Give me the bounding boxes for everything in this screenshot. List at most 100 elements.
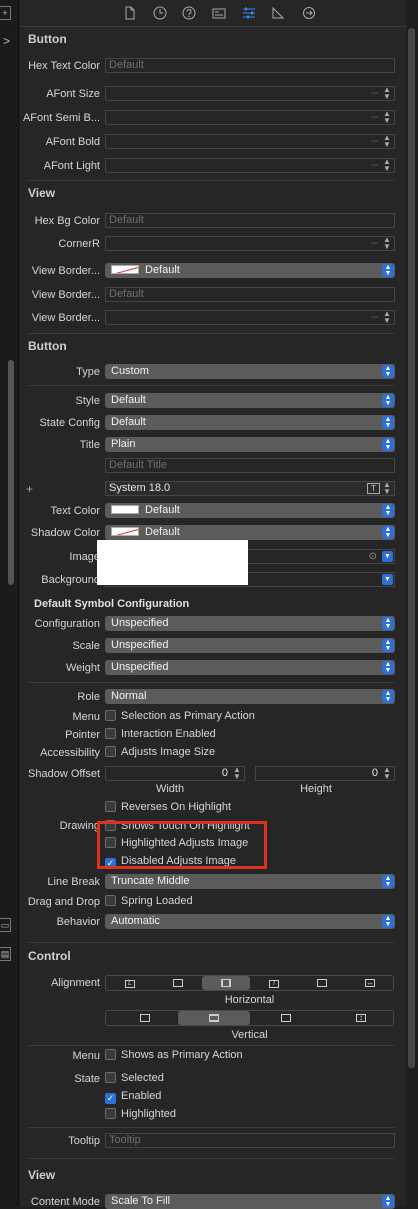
highlighted-checkbox[interactable]: Highlighted <box>105 1108 176 1122</box>
type-popup[interactable]: Custom ▲ ▼ <box>105 364 395 379</box>
shadow-offset-height-field[interactable]: 0 ▲ ▼ <box>255 766 395 781</box>
spring-loaded-checkbox[interactable]: Spring Loaded <box>105 895 193 909</box>
align-center-icon[interactable] <box>154 976 202 990</box>
identity-icon[interactable] <box>211 5 227 21</box>
filter-icon[interactable]: ▭ <box>0 918 11 932</box>
behavior-popup[interactable]: Automatic ▲ ▼ <box>105 914 395 929</box>
style-popup[interactable]: Default ▲ ▼ <box>105 393 395 408</box>
dropdown-icon[interactable]: ▼ <box>382 574 393 585</box>
view-border-color-popup[interactable]: Default ▲ ▼ <box>105 263 395 278</box>
afont-size-label: AFont Size <box>46 88 100 100</box>
align-vcenter-icon[interactable] <box>178 1011 250 1025</box>
view-border-color-label: View Border... <box>31 265 100 277</box>
checkbox-label: Adjusts Image Size <box>121 746 216 758</box>
shadow-color-value: Default <box>145 526 180 538</box>
align-leading-icon[interactable]: T <box>250 976 298 990</box>
library-icon[interactable]: ▤ <box>0 947 11 961</box>
align-vfill-icon[interactable]: ↕ <box>331 1011 391 1025</box>
redaction-overlay <box>97 540 248 585</box>
font-picker-icon[interactable]: T <box>367 483 380 494</box>
shows-primary-action-checkbox[interactable]: Shows as Primary Action <box>105 1049 243 1063</box>
stepper-icon[interactable]: ▲ ▼ <box>382 111 392 124</box>
weight-value: Unspecified <box>111 661 169 673</box>
font-field[interactable]: System 18.0 T ▲ ▼ <box>105 481 395 496</box>
align-bottom-icon[interactable] <box>256 1011 316 1025</box>
state-config-popup[interactable]: Default ▲ ▼ <box>105 415 395 430</box>
afont-bold-field[interactable]: -- ▲ ▼ <box>105 134 395 149</box>
stepper-icon[interactable]: ▲ ▼ <box>382 87 392 100</box>
view-border-hex-field[interactable]: Default <box>105 287 395 302</box>
type-value: Custom <box>111 365 149 377</box>
behavior-value: Automatic <box>111 915 160 927</box>
text-color-value: Default <box>145 504 180 516</box>
help-icon[interactable] <box>181 5 197 21</box>
width-value: 0 <box>221 767 228 779</box>
align-fill-icon[interactable] <box>202 976 250 990</box>
role-popup[interactable]: Normal ▲ ▼ <box>105 689 395 704</box>
attributes-icon[interactable] <box>241 5 257 21</box>
stepper-icon[interactable]: ▲ ▼ <box>382 482 392 495</box>
selected-checkbox[interactable]: Selected <box>105 1072 164 1086</box>
history-icon[interactable] <box>152 5 168 21</box>
size-icon[interactable] <box>270 5 286 21</box>
configuration-popup[interactable]: Unspecified ▲ ▼ <box>105 616 395 631</box>
font-add-icon[interactable]: + <box>26 482 33 496</box>
chevron-right-icon[interactable]: > <box>3 34 10 48</box>
inspector-scrollbar[interactable] <box>408 28 415 1068</box>
align-right-icon[interactable] <box>298 976 346 990</box>
horizontal-caption: Horizontal <box>224 994 275 1006</box>
reverses-on-highlight-checkbox[interactable]: Reverses On Highlight <box>105 801 231 815</box>
add-icon[interactable]: + <box>0 6 11 20</box>
popup-arrows-icon: ▲ ▼ <box>382 365 394 378</box>
afont-size-value: -- <box>371 88 378 99</box>
afont-semi-value: -- <box>371 112 378 123</box>
afont-size-field[interactable]: -- ▲ ▼ <box>105 86 395 101</box>
stepper-icon[interactable]: ▲ ▼ <box>232 767 242 780</box>
height-value: 0 <box>371 767 378 779</box>
checkbox-icon <box>105 710 116 721</box>
horizontal-alignment-control[interactable]: L T ↔ <box>105 975 394 991</box>
afont-light-field[interactable]: -- ▲ ▼ <box>105 158 395 173</box>
connections-icon[interactable] <box>301 5 317 21</box>
afont-light-label: AFont Light <box>43 160 100 172</box>
enabled-checkbox[interactable]: ✓ Enabled <box>105 1090 161 1104</box>
vertical-alignment-control[interactable]: ↕ <box>105 1010 394 1026</box>
tooltip-field[interactable]: Tooltip <box>105 1133 395 1148</box>
symbol-config-header: Default Symbol Configuration <box>34 598 190 610</box>
dropdown-icon[interactable]: ▼ <box>382 551 393 562</box>
scale-popup[interactable]: Unspecified ▲ ▼ <box>105 638 395 653</box>
text-color-popup[interactable]: Default ▲ ▼ <box>105 503 395 518</box>
align-fill-glyph <box>221 979 231 987</box>
align-trailing-icon[interactable]: ↔ <box>346 976 394 990</box>
shadow-offset-width-field[interactable]: 0 ▲ ▼ <box>105 766 245 781</box>
afont-bold-label: AFont Bold <box>45 136 100 148</box>
align-top-icon[interactable] <box>116 1011 174 1025</box>
weight-popup[interactable]: Unspecified ▲ ▼ <box>105 660 395 675</box>
stepper-icon[interactable]: ▲ ▼ <box>382 237 392 250</box>
line-break-label: Line Break <box>47 876 100 888</box>
afont-semi-field[interactable]: -- ▲ ▼ <box>105 110 395 125</box>
stepper-icon[interactable]: ▲ ▼ <box>382 311 392 324</box>
stepper-icon[interactable]: ▲ ▼ <box>382 767 392 780</box>
adjusts-image-size-checkbox[interactable]: Adjusts Image Size <box>105 746 215 760</box>
checkbox-label: Enabled <box>121 1090 162 1102</box>
file-icon[interactable] <box>122 5 138 21</box>
shadow-color-popup[interactable]: Default ▲ ▼ <box>105 525 395 540</box>
align-left-icon[interactable]: L <box>106 976 154 990</box>
stepper-icon[interactable]: ▲ ▼ <box>382 135 392 148</box>
hex-text-color-field[interactable]: Default <box>105 58 395 73</box>
corner-r-field[interactable]: -- ▲ ▼ <box>105 236 395 251</box>
align-trailing-glyph: ↔ <box>365 978 375 987</box>
hex-bg-color-field[interactable]: Default <box>105 213 395 228</box>
view-border-width-field[interactable]: -- ▲ ▼ <box>105 310 395 325</box>
interaction-enabled-checkbox[interactable]: Interaction Enabled <box>105 728 216 742</box>
title-popup[interactable]: Plain ▲ ▼ <box>105 437 395 452</box>
selection-primary-action-checkbox[interactable]: Selection as Primary Action <box>105 710 255 724</box>
line-break-popup[interactable]: Truncate Middle ▲ ▼ <box>105 874 395 889</box>
title-text-field[interactable]: Default Title <box>105 458 395 473</box>
navigator-scrollbar[interactable] <box>8 360 14 585</box>
pointer-label: Pointer <box>65 729 100 741</box>
clear-icon[interactable]: ⊙ <box>369 550 377 563</box>
stepper-icon[interactable]: ▲ ▼ <box>382 159 392 172</box>
checkbox-label: Spring Loaded <box>121 895 193 907</box>
